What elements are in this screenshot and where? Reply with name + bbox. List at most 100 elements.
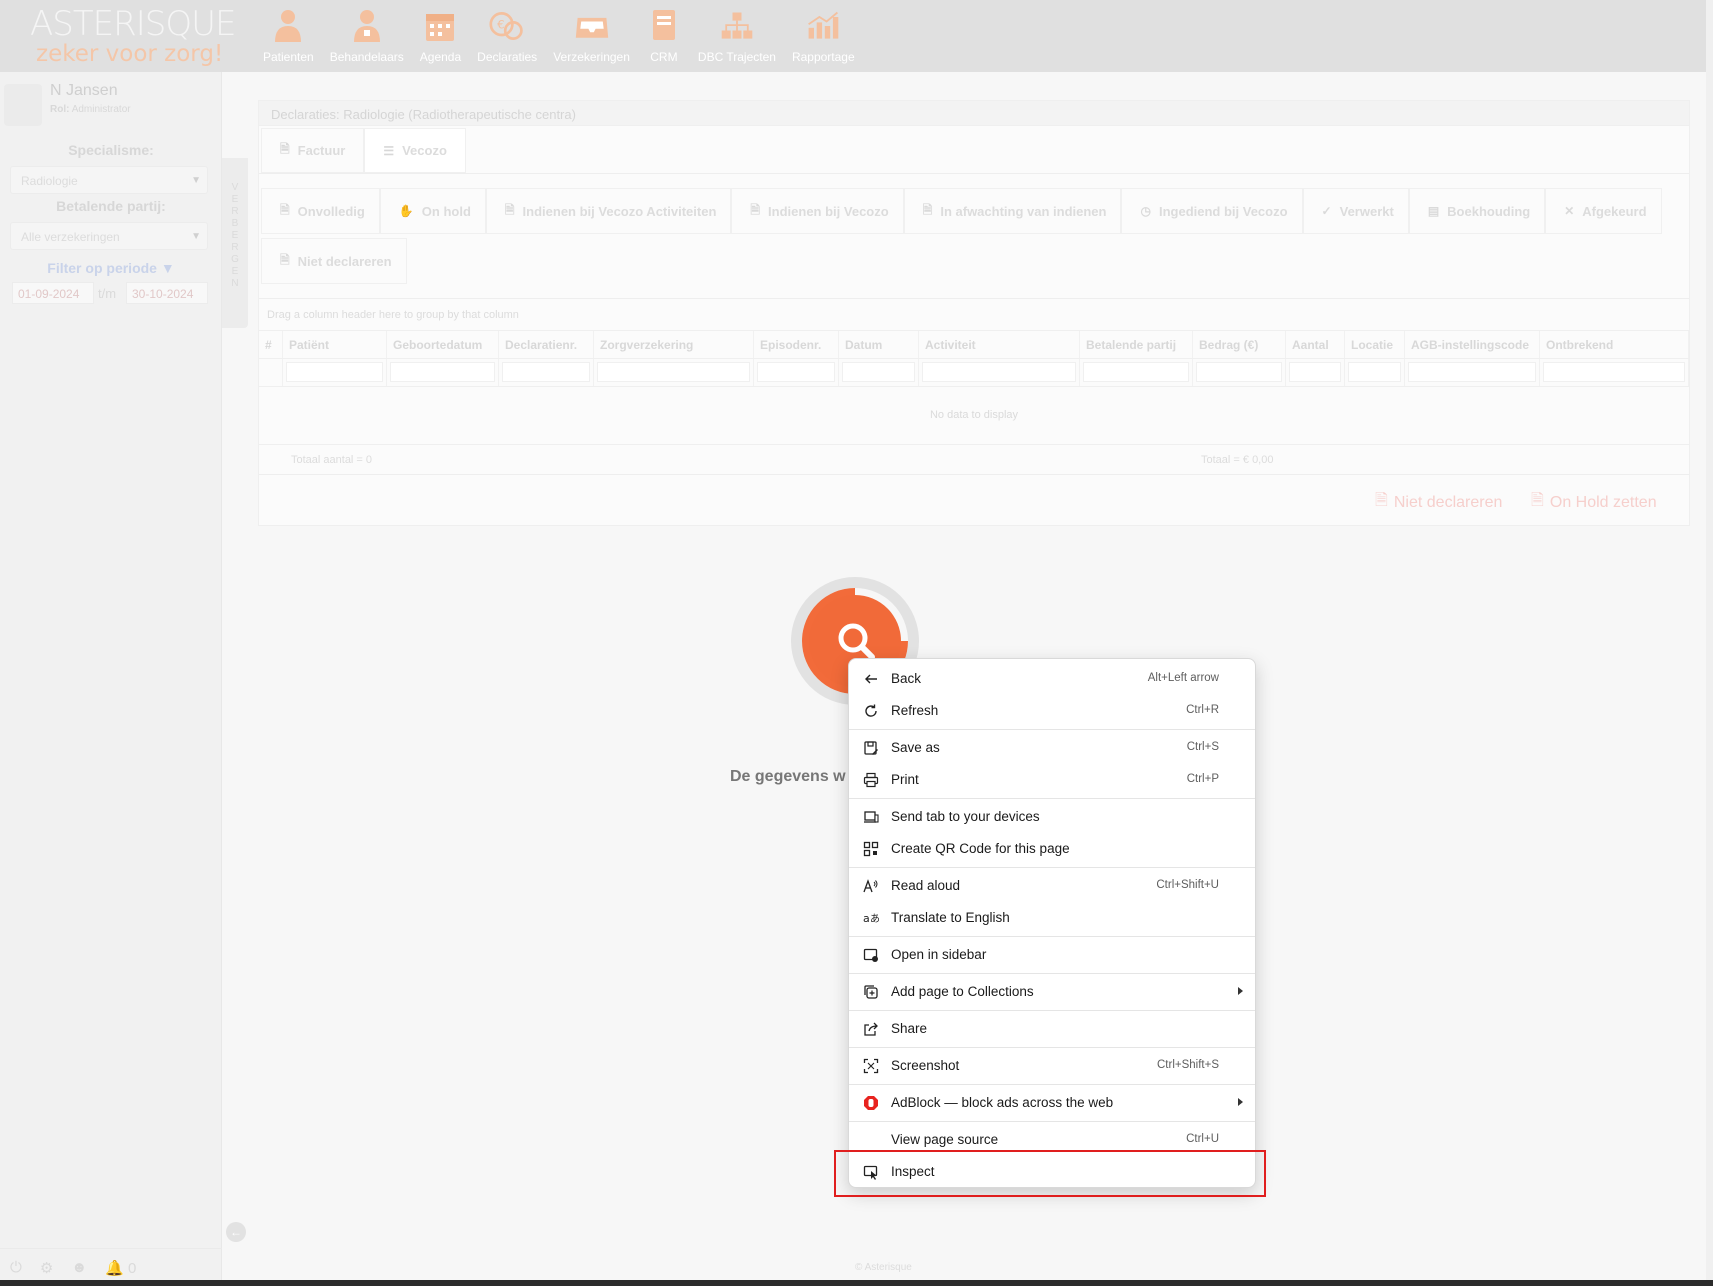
tab-vecozo[interactable]: ☰ Vecozo: [364, 128, 466, 173]
status-indienen-vecozo[interactable]: 🗎 Indienen bij Vecozo: [731, 188, 904, 234]
specialism-select[interactable]: Radiologie ▼: [10, 166, 208, 194]
nav-label: Rapportage: [791, 50, 855, 64]
refresh-icon: [863, 703, 879, 719]
grid-actions: 🗎 Niet declareren 🗎 On Hold zetten: [259, 475, 1689, 525]
filter-cell[interactable]: [1286, 359, 1345, 386]
status-boekhouding[interactable]: ▤ Boekhouding: [1408, 188, 1546, 234]
asterisque-logo[interactable]: ASTERISQUE zeker voor zorg!: [30, 6, 236, 67]
column-header[interactable]: Episodenr.: [754, 331, 839, 358]
status-niet-declareren[interactable]: 🗎 Niet declareren: [261, 238, 407, 284]
menu-item-share[interactable]: Share: [849, 1013, 1255, 1045]
power-icon[interactable]: ⏻: [10, 1259, 22, 1276]
filter-cell[interactable]: [1193, 359, 1286, 386]
column-header[interactable]: AGB-instellingscode: [1405, 331, 1540, 358]
svg-text:a: a: [863, 912, 870, 925]
niet-declareren-button[interactable]: 🗎 Niet declareren: [1375, 489, 1502, 516]
filter-cell[interactable]: [1540, 359, 1689, 386]
status-label: Boekhouding: [1447, 203, 1531, 219]
period-filter-label[interactable]: Filter op periode ▼: [0, 260, 222, 276]
users-icon[interactable]: ☻: [71, 1259, 87, 1276]
status-label: On hold: [421, 203, 471, 219]
column-header[interactable]: Locatie: [1345, 331, 1405, 358]
menu-item-screenshot[interactable]: Screenshot Ctrl+Shift+S: [849, 1050, 1255, 1082]
status-ingediend[interactable]: ◷ Ingediend bij Vecozo: [1121, 188, 1303, 234]
notifications[interactable]: 🔔 0: [105, 1259, 136, 1277]
action-label: On Hold zetten: [1549, 493, 1657, 511]
menu-label: AdBlock — block ads across the web: [891, 1095, 1114, 1110]
back-arrow-icon[interactable]: ←: [226, 1222, 246, 1242]
menu-item-back[interactable]: Back Alt+Left arrow: [849, 663, 1255, 695]
column-header[interactable]: #: [259, 331, 283, 358]
column-header[interactable]: Geboortedatum: [387, 331, 499, 358]
filter-cell[interactable]: [283, 359, 387, 386]
status-onvolledig[interactable]: 🗎 Onvolledig: [261, 188, 380, 234]
status-in-afwachting[interactable]: 🗎 In afwachting van indienen: [903, 188, 1122, 234]
menu-item-adblock[interactable]: AdBlock — block ads across the web: [849, 1087, 1255, 1119]
print-icon: [863, 772, 879, 788]
menu-item-print[interactable]: Print Ctrl+P: [849, 764, 1255, 796]
list-icon: ☰: [383, 143, 395, 158]
nav-label: Declaraties: [477, 50, 538, 64]
filter-cell[interactable]: [594, 359, 754, 386]
menu-shortcut: Ctrl+S: [1186, 741, 1219, 753]
nav-label: Patienten: [263, 50, 314, 64]
column-header[interactable]: Aantal: [1286, 331, 1345, 358]
filter-cell[interactable]: [499, 359, 594, 386]
menu-item-send-tab[interactable]: Send tab to your devices: [849, 801, 1255, 833]
menu-label: Screenshot: [891, 1058, 960, 1073]
tab-factuur[interactable]: 🗎 Factuur: [261, 128, 365, 173]
nav-agenda[interactable]: Agenda: [412, 6, 469, 64]
nav-patienten[interactable]: Patienten: [255, 6, 322, 64]
bar-chart-icon: [805, 6, 841, 46]
column-header[interactable]: Datum: [839, 331, 919, 358]
check-icon: ✓: [1321, 204, 1332, 218]
menu-item-refresh[interactable]: Refresh Ctrl+R: [849, 695, 1255, 727]
nav-crm[interactable]: CRM: [638, 6, 690, 64]
status-indienen-activiteiten[interactable]: 🗎 Indienen bij Vecozo Activiteiten: [485, 188, 732, 234]
filter-cell[interactable]: [919, 359, 1080, 386]
status-verwerkt[interactable]: ✓ Verwerkt: [1302, 188, 1409, 234]
logo-subtitle: zeker voor zorg!: [36, 41, 224, 67]
menu-item-translate[interactable]: aあ Translate to English: [849, 902, 1255, 934]
nav-declaraties[interactable]: € Declaraties: [469, 6, 545, 64]
nav-verzekeringen[interactable]: Verzekeringen: [545, 6, 638, 64]
document-icon: 🗎: [1375, 492, 1388, 509]
filter-cell[interactable]: [387, 359, 499, 386]
column-header[interactable]: Betalende partij: [1080, 331, 1193, 358]
column-header[interactable]: Activiteit: [919, 331, 1080, 358]
user-name: N Jansen: [50, 82, 118, 99]
menu-item-save-as[interactable]: Save as Ctrl+S: [849, 732, 1255, 764]
payer-select[interactable]: Alle verzekeringen ▼: [10, 222, 208, 250]
filter-cell[interactable]: [1405, 359, 1540, 386]
page-scrollbar[interactable]: [1706, 0, 1713, 1280]
column-header[interactable]: Declaratienr.: [499, 331, 594, 358]
collapse-sidebar-tab[interactable]: V E R B E R G E N: [222, 158, 248, 328]
nav-rapportage[interactable]: Rapportage: [784, 6, 863, 64]
nav-behandelaars[interactable]: Behandelaars: [322, 6, 412, 64]
date-to-field[interactable]: 30-10-2024: [126, 282, 208, 304]
column-header[interactable]: Patiënt: [283, 331, 387, 358]
payer-value: Alle verzekeringen: [21, 230, 120, 244]
column-header[interactable]: Bedrag (€): [1193, 331, 1286, 358]
column-header[interactable]: Ontbrekend: [1540, 331, 1689, 358]
nav-dbc-trajecten[interactable]: DBC Trajecten: [690, 6, 784, 64]
status-afgekeurd[interactable]: ✕ Afgekeurd: [1545, 188, 1662, 234]
menu-item-open-in-sidebar[interactable]: Open in sidebar: [849, 939, 1255, 971]
menu-item-qr-code[interactable]: Create QR Code for this page: [849, 833, 1255, 865]
hierarchy-icon: [719, 6, 755, 46]
filter-cell[interactable]: [1345, 359, 1405, 386]
date-from-field[interactable]: 01-09-2024: [12, 282, 94, 304]
menu-item-read-aloud[interactable]: Read aloud Ctrl+Shift+U: [849, 870, 1255, 902]
filter-cell[interactable]: [839, 359, 919, 386]
declaraties-panel: 🗎 Factuur ☰ Vecozo 🗎 Onvolledig ✋ On hold 🗎 I…: [258, 126, 1690, 526]
bell-icon: 🔔: [105, 1259, 124, 1277]
status-on-hold[interactable]: ✋ On hold: [379, 188, 486, 234]
column-header[interactable]: Zorgverzekering: [594, 331, 754, 358]
menu-item-add-to-collections[interactable]: Add page to Collections: [849, 976, 1255, 1008]
gears-icon[interactable]: ⚙: [40, 1259, 53, 1277]
on-hold-zetten-button[interactable]: 🗎 On Hold zetten: [1531, 489, 1657, 516]
doctor-icon: [349, 6, 385, 46]
filter-cell[interactable]: [754, 359, 839, 386]
adblock-icon: [863, 1095, 879, 1111]
filter-cell[interactable]: [1080, 359, 1193, 386]
